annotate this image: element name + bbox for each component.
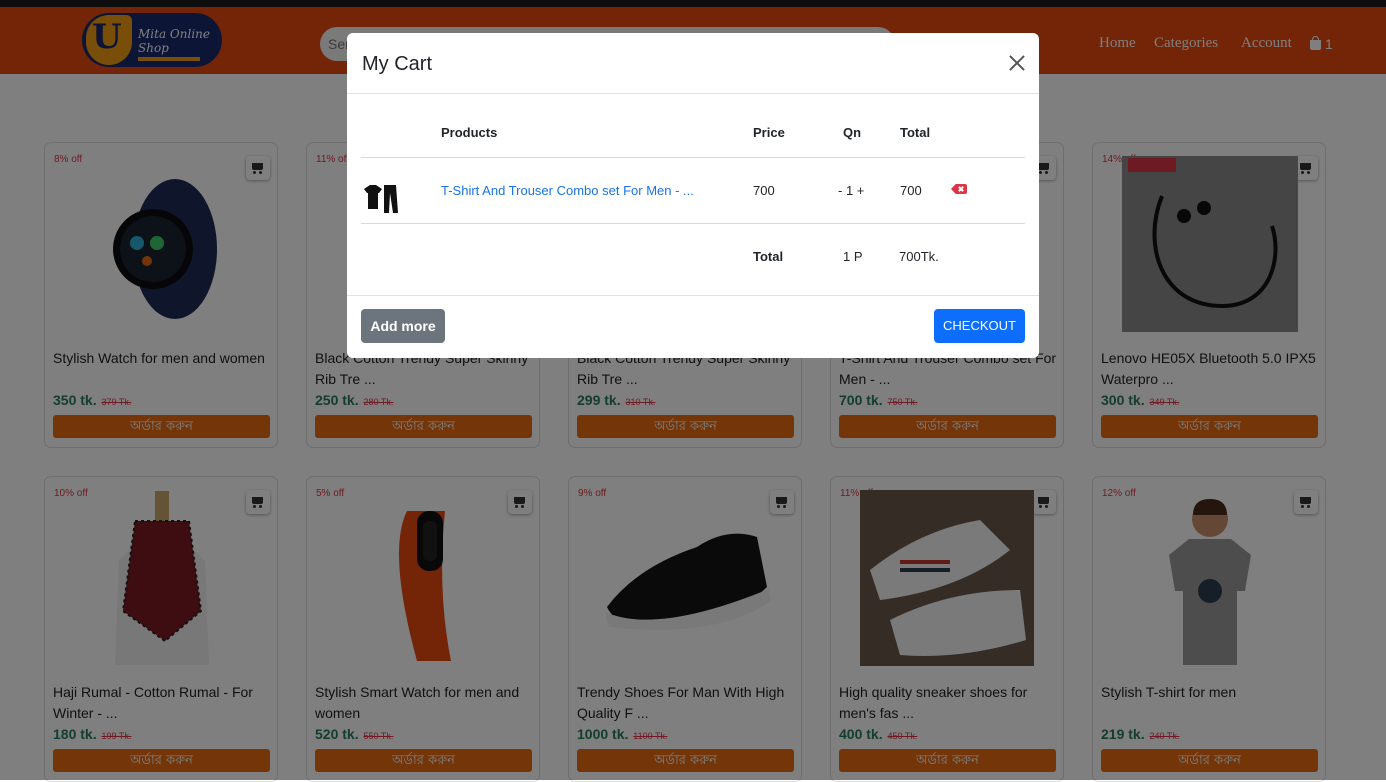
cart-modal: My Cart Products Price Qn Total T-Shirt … bbox=[347, 33, 1039, 358]
summary-qty: 1 P bbox=[843, 249, 863, 264]
quantity-stepper[interactable]: - 1 + bbox=[838, 183, 864, 198]
remove-item-icon[interactable] bbox=[951, 184, 967, 194]
close-icon[interactable] bbox=[1009, 55, 1025, 71]
cart-item-price: 700 bbox=[753, 183, 775, 198]
add-more-button[interactable]: Add more bbox=[361, 309, 445, 343]
column-qn: Qn bbox=[843, 125, 862, 140]
summary-amount: 700Tk. bbox=[899, 249, 939, 264]
modal-footer: Add more CHECKOUT bbox=[347, 295, 1039, 359]
column-price: Price bbox=[753, 125, 785, 140]
cart-item-thumbnail bbox=[364, 185, 398, 213]
cart-item-name[interactable]: T-Shirt And Trouser Combo set For Men - … bbox=[441, 183, 694, 198]
column-products: Products bbox=[441, 125, 498, 140]
checkout-button[interactable]: CHECKOUT bbox=[934, 309, 1025, 343]
modal-header: My Cart bbox=[347, 33, 1039, 94]
modal-title: My Cart bbox=[362, 53, 432, 75]
cart-item-total: 700 bbox=[900, 183, 922, 198]
summary-label: Total bbox=[753, 249, 784, 264]
column-total: Total bbox=[900, 125, 931, 140]
